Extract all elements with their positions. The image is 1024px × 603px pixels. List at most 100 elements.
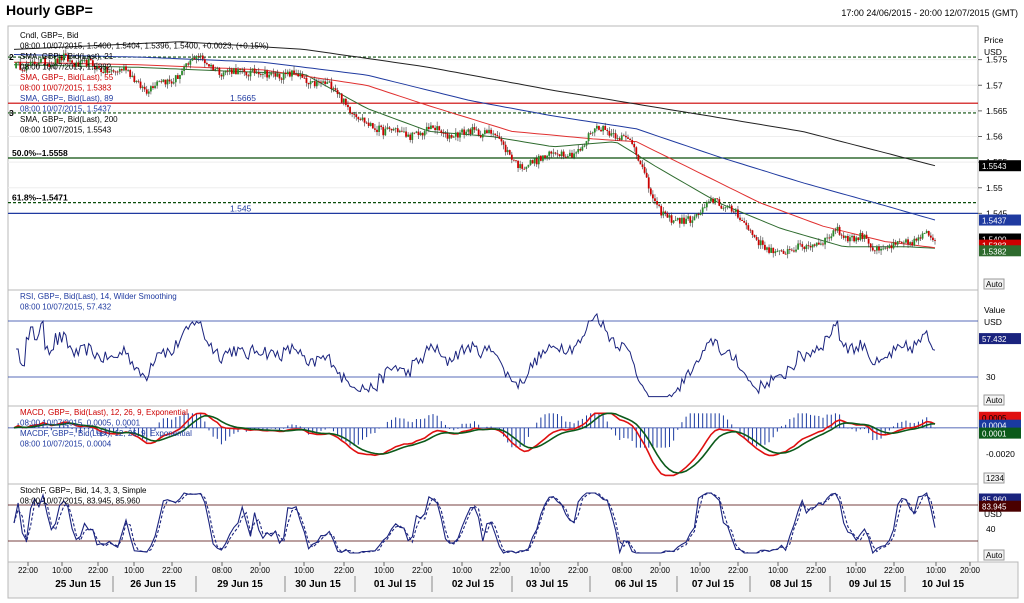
candle-body: [707, 201, 710, 203]
macd-legend-line: 08:00 10/07/2015, 0.0005, 0.0001: [20, 419, 141, 428]
candle-body: [664, 211, 667, 214]
candle-body: [907, 239, 909, 245]
candle-body: [392, 129, 395, 131]
candle-body: [459, 132, 461, 138]
candle-body: [127, 70, 129, 71]
candle-body: [639, 160, 642, 165]
candle-body: [259, 74, 262, 76]
candle-body: [919, 237, 922, 239]
candle-body: [181, 70, 183, 75]
rsi-panel-frame: [7, 289, 979, 407]
candle-body: [469, 129, 472, 135]
candle-body: [465, 131, 468, 135]
candle-body: [282, 72, 285, 80]
candle-body: [902, 242, 905, 244]
candle-body: [873, 250, 876, 252]
candle-body: [473, 127, 476, 130]
candle-body: [915, 238, 918, 241]
candle-body: [905, 239, 907, 243]
macd-legend-line: MACD, GBP=, Bid(Last), 12, 26, 9, Expone…: [20, 408, 188, 417]
candle-body: [888, 245, 891, 249]
candle-body: [697, 213, 700, 215]
candle-body: [154, 85, 156, 89]
candle-body: [807, 245, 810, 247]
candle-body: [894, 242, 897, 245]
candle-body: [423, 131, 426, 136]
candle-body: [515, 160, 517, 162]
candle-body: [471, 127, 474, 135]
candle-body: [342, 98, 345, 103]
candle-body: [118, 69, 121, 72]
candle-body: [324, 81, 327, 84]
candle-body: [195, 56, 198, 60]
candle-body: [280, 78, 283, 80]
time-tick-label: 20:00: [250, 566, 271, 575]
candle-body: [809, 245, 812, 248]
candle-body: [741, 220, 743, 221]
candle-body: [564, 156, 567, 158]
candle-body: [710, 198, 712, 202]
price-legend-line: 08:00 10/07/2015, 1.5383: [20, 84, 112, 93]
candle-body: [703, 207, 706, 209]
candle-body: [150, 86, 152, 92]
candle-body: [160, 81, 163, 83]
candle-body: [878, 246, 880, 251]
candle-body: [782, 250, 785, 254]
candle-body: [714, 198, 717, 203]
candle-body: [743, 220, 746, 223]
candle-body: [330, 81, 333, 89]
candle-body: [790, 249, 793, 251]
candle-body: [301, 74, 304, 78]
candle-body: [662, 211, 665, 216]
candle-body: [214, 69, 217, 71]
chart-canvas: 1.56651.54550.0%--1.555861.8%--1.547123 …: [7, 25, 1021, 599]
candle-body: [882, 248, 885, 250]
candle-body: [432, 125, 434, 128]
candle-body: [890, 245, 893, 249]
candle-body: [585, 141, 588, 146]
candle-body: [371, 123, 374, 129]
stoch-badge-label: 83.945: [982, 503, 1007, 512]
candle-body: [799, 243, 802, 245]
candle-body: [681, 217, 683, 224]
candle-body: [457, 132, 459, 138]
fib-fragment-0: 2: [9, 52, 14, 62]
price-legend-line: SMA, GBP=, Bid(Last), 21: [20, 52, 114, 61]
candle-body: [344, 98, 347, 105]
price-legend-line: 08:00 10/07/2015, 1.5543: [20, 126, 112, 135]
candle-body: [15, 62, 17, 69]
candle-body: [600, 129, 602, 132]
time-tick-label: 20:00: [960, 566, 981, 575]
candle-body: [820, 243, 822, 245]
time-tick-label: 22:00: [568, 566, 589, 575]
candle-body: [830, 236, 833, 239]
candle-body: [577, 149, 580, 153]
candle-body: [114, 71, 117, 73]
date-label: 29 Jun 15: [217, 579, 263, 590]
date-label: 06 Jul 15: [615, 579, 658, 590]
candle-body: [548, 151, 551, 156]
level-label-2: 50.0%--1.5558: [12, 148, 68, 158]
candle-body: [855, 237, 858, 242]
candle-body: [815, 242, 818, 246]
candle-body: [705, 202, 708, 208]
candle-body: [467, 129, 470, 132]
date-label: 02 Jul 15: [452, 579, 495, 590]
candle-body: [898, 241, 901, 243]
candle-body: [199, 55, 202, 57]
candle-body: [579, 149, 582, 151]
stoch-auto-label: Auto: [986, 551, 1003, 560]
candle-body: [201, 55, 204, 60]
candle-body: [643, 166, 646, 173]
candle-body: [488, 129, 490, 134]
candle-body: [608, 131, 611, 136]
candle-body: [672, 220, 675, 223]
candle-body: [560, 151, 563, 156]
candle-body: [490, 129, 492, 134]
candle-body: [616, 138, 619, 139]
date-label: 08 Jul 15: [770, 579, 813, 590]
candle-body: [133, 75, 136, 82]
candle-body: [235, 68, 237, 75]
candle-body: [378, 125, 380, 133]
candle-body: [780, 250, 783, 252]
